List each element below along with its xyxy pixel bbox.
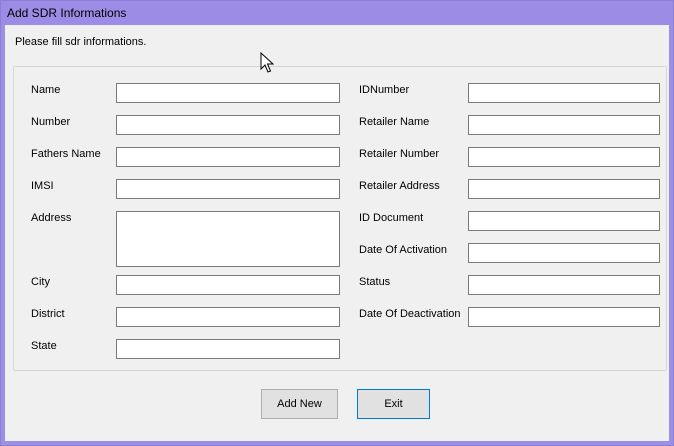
status-input[interactable] [468,275,660,295]
date-of-activation-label: Date Of Activation [359,244,448,256]
retailer-address-label: Retailer Address [359,180,440,192]
id-number-label: IDNumber [359,84,410,96]
city-label: City [31,276,50,288]
date-of-activation-input[interactable] [468,243,660,263]
retailer-name-label: Retailer Name [359,116,430,128]
name-input[interactable] [116,83,340,103]
number-input[interactable] [116,115,340,135]
add-new-button[interactable]: Add New [261,389,338,419]
id-number-input[interactable] [468,83,660,103]
name-label: Name [31,84,61,96]
mouse-pointer-icon [260,52,274,73]
district-label: District [31,308,65,320]
retailer-number-label: Retailer Number [359,148,440,160]
imsi-input[interactable] [116,179,340,199]
address-label: Address [31,212,72,224]
state-label: State [31,340,57,352]
address-textarea[interactable] [116,211,340,267]
retailer-name-input[interactable] [468,115,660,135]
id-document-input[interactable] [468,211,660,231]
instruction-text: Please fill sdr informations. [15,36,147,48]
date-of-deactivation-input[interactable] [468,307,660,327]
id-document-label: ID Document [359,212,424,224]
exit-button[interactable]: Exit [357,389,430,419]
date-of-deactivation-label: Date Of Deactivation [359,308,461,320]
form-client-area: Please fill sdr informations. Name Numbe… [5,25,669,441]
add-sdr-window: Add SDR Informations Please fill sdr inf… [0,0,674,446]
city-input[interactable] [116,275,340,295]
sdr-fields-group: Name Number Fathers Name IMSI Address Ci… [13,66,667,371]
state-input[interactable] [116,339,340,359]
retailer-number-input[interactable] [468,147,660,167]
fathers-name-label: Fathers Name [31,148,101,160]
fathers-name-input[interactable] [116,147,340,167]
retailer-address-input[interactable] [468,179,660,199]
status-label: Status [359,276,391,288]
title-bar[interactable]: Add SDR Informations [1,1,673,25]
district-input[interactable] [116,307,340,327]
number-label: Number [31,116,71,128]
imsi-label: IMSI [31,180,54,192]
window-title: Add SDR Informations [7,6,127,20]
